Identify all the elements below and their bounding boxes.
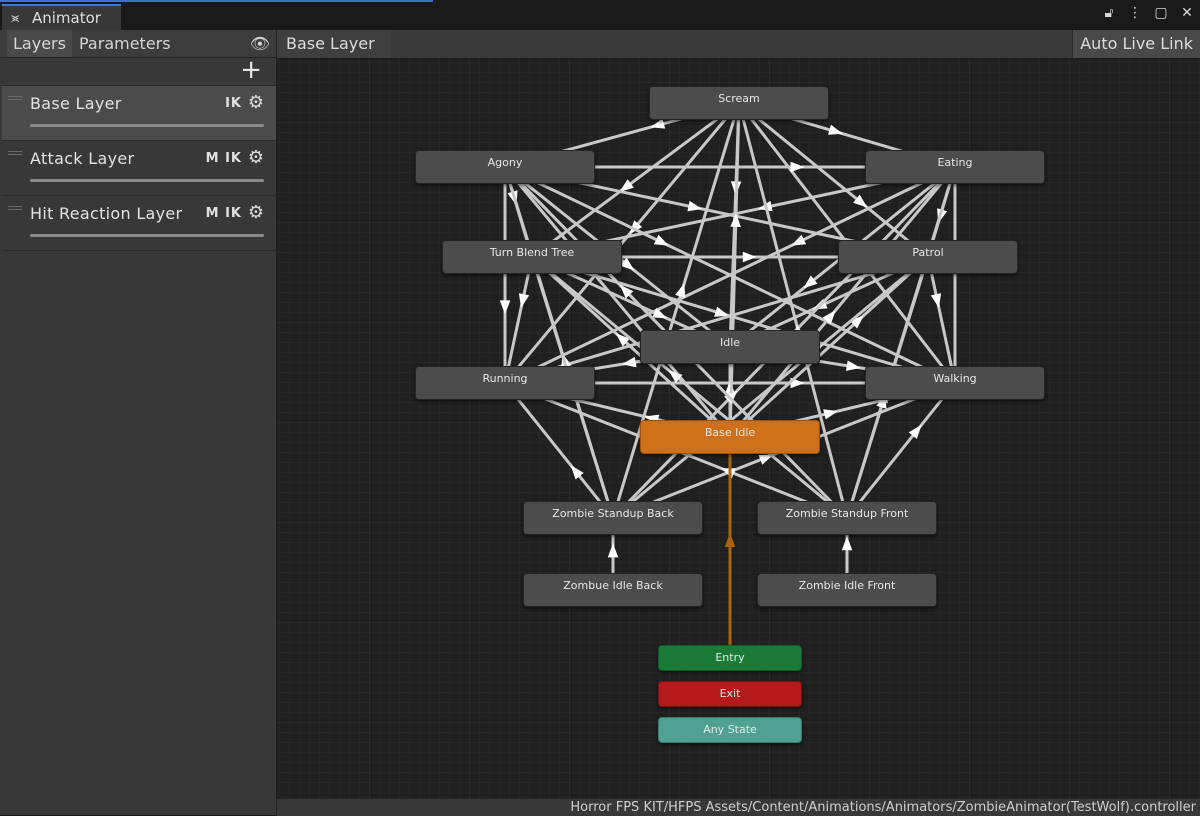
layer-name: Base Layer — [30, 94, 122, 113]
state-turn-blend-tree[interactable]: Turn Blend Tree — [442, 240, 622, 274]
controller-path: Horror FPS KIT/HFPS Assets/Content/Anima… — [570, 800, 1196, 815]
kebab-menu-icon[interactable]: ⋮ — [1128, 5, 1142, 21]
gear-icon[interactable]: ⚙ — [248, 147, 264, 168]
layer-flags: M IK — [205, 206, 242, 221]
status-bar: Horror FPS KIT/HFPS Assets/Content/Anima… — [277, 798, 1200, 816]
default-transition-arrow-icon — [724, 532, 736, 547]
window-controls: 🔓︎ ⋮ ▢ ✕ — [1102, 5, 1194, 21]
close-icon[interactable]: ✕ — [1180, 5, 1194, 21]
state-exit[interactable]: Exit — [658, 681, 802, 707]
layers-toolbar: Layers Parameters 👁︎ — [0, 30, 276, 58]
titlebar-accent — [0, 0, 433, 2]
eye-icon[interactable]: 👁︎ — [250, 34, 270, 53]
state-entry[interactable]: Entry — [658, 645, 802, 671]
layer-name: Attack Layer — [30, 149, 135, 168]
transition-arrow-icon — [621, 356, 637, 368]
state-eating[interactable]: Eating — [865, 150, 1045, 184]
layer-item-attack[interactable]: Attack Layer M IK ⚙ — [2, 141, 276, 196]
state-agony[interactable]: Agony — [415, 150, 595, 184]
graph-breadcrumb-bar: Base Layer Auto Live Link — [277, 30, 1200, 59]
transition-arrow-icon — [790, 161, 805, 173]
layer-flags: IK — [225, 96, 242, 111]
gear-icon[interactable]: ⚙ — [248, 202, 264, 223]
state-idle[interactable]: Idle — [640, 330, 820, 364]
window-tab-label: Animator — [32, 9, 101, 27]
state-base-idle[interactable]: Base Idle — [640, 420, 820, 454]
transition-arrow-icon — [653, 234, 669, 246]
state-scream[interactable]: Scream — [649, 86, 829, 120]
drag-handle-icon[interactable] — [8, 206, 22, 210]
auto-live-link-button[interactable]: Auto Live Link — [1072, 30, 1200, 58]
state-zombue-idle-back[interactable]: Zombue Idle Back — [523, 573, 703, 607]
maximize-icon[interactable]: ▢ — [1154, 5, 1168, 21]
lock-icon[interactable]: 🔓︎ — [1102, 5, 1116, 21]
state-zombie-standup-back[interactable]: Zombie Standup Back — [523, 501, 703, 535]
transition-arrow-icon — [841, 536, 853, 551]
breadcrumb-arrow-icon — [381, 30, 391, 58]
state-running[interactable]: Running — [415, 366, 595, 400]
state-zombie-standup-front[interactable]: Zombie Standup Front — [757, 501, 937, 535]
layer-weight-slider[interactable] — [30, 179, 264, 182]
animator-icon: ⪤ — [11, 11, 20, 26]
layer-flags: M IK — [205, 151, 242, 166]
transition-arrow-icon — [742, 251, 757, 263]
drag-handle-icon[interactable] — [8, 151, 22, 155]
layers-panel: Layers Parameters 👁︎ + Base Layer IK ⚙ A… — [0, 30, 277, 815]
transition-arrow-icon — [828, 124, 843, 135]
tab-parameters[interactable]: Parameters — [73, 30, 177, 57]
state-machine-graph[interactable]: Scream Agony Eating Turn Blend Tree Patr… — [277, 30, 1200, 798]
breadcrumb[interactable]: Base Layer — [277, 30, 391, 58]
transition-arrow-icon — [846, 360, 861, 371]
transition-arrow-icon — [714, 306, 730, 317]
window-titlebar: ⪤ Animator 🔓︎ ⋮ ▢ ✕ — [0, 0, 1200, 30]
transition-line — [503, 256, 534, 384]
state-patrol[interactable]: Patrol — [838, 240, 1018, 274]
state-zombie-idle-front[interactable]: Zombie Idle Front — [757, 573, 937, 607]
layer-weight-slider[interactable] — [30, 234, 264, 237]
state-walking[interactable]: Walking — [865, 366, 1045, 400]
layer-item-base[interactable]: Base Layer IK ⚙ — [2, 86, 276, 141]
drag-handle-icon[interactable] — [8, 96, 22, 100]
layer-weight-slider[interactable] — [30, 124, 264, 127]
plus-icon[interactable]: + — [240, 56, 262, 84]
transition-arrow-icon — [607, 543, 619, 558]
gear-icon[interactable]: ⚙ — [248, 92, 264, 113]
tab-layers[interactable]: Layers — [7, 30, 72, 57]
transition-arrow-icon — [791, 234, 807, 246]
layer-item-hit-reaction[interactable]: Hit Reaction Layer M IK ⚙ — [2, 196, 276, 251]
state-any-state[interactable]: Any State — [658, 717, 802, 743]
layer-name: Hit Reaction Layer — [30, 204, 183, 223]
add-layer-row: + — [0, 56, 276, 86]
transition-arrow-icon — [675, 283, 686, 298]
transition-arrow-icon — [650, 118, 666, 129]
transition-arrow-icon — [499, 300, 511, 315]
animator-window-tab[interactable]: ⪤ Animator — [2, 4, 121, 30]
